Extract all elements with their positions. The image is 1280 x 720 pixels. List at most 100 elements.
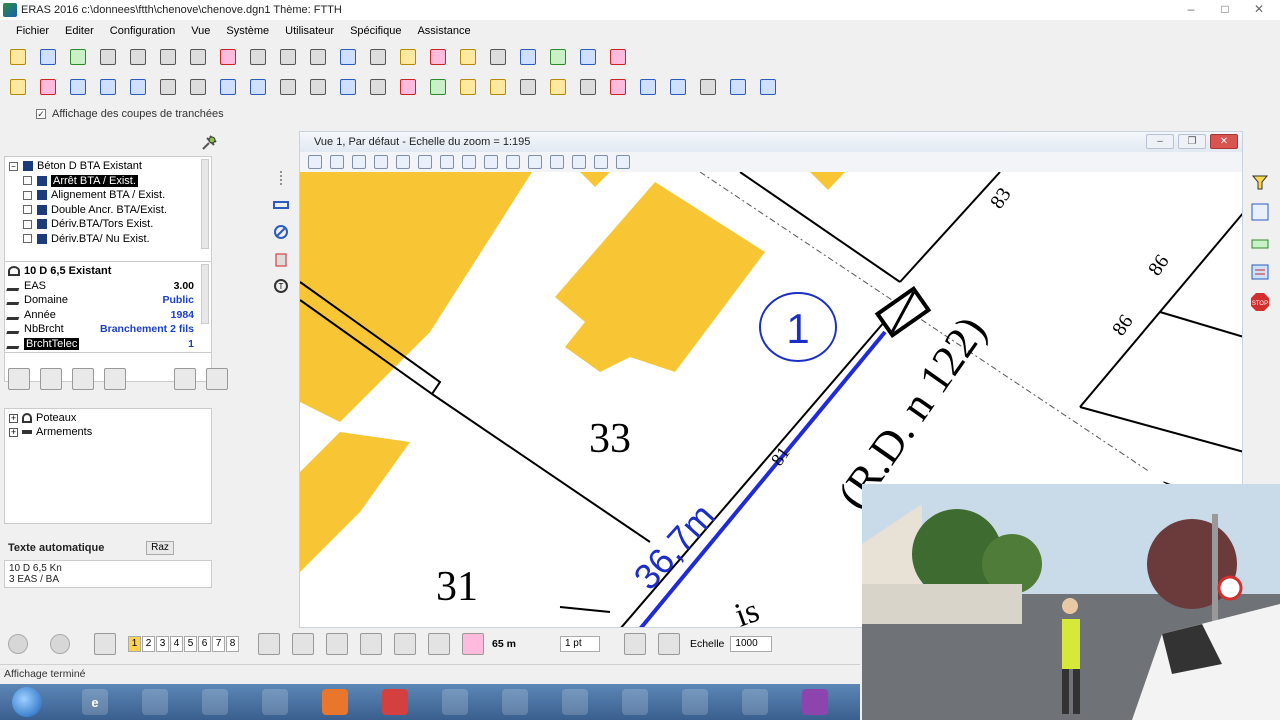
insert-button[interactable] <box>40 368 62 390</box>
line-weight-field[interactable]: 1 pt <box>559 636 600 652</box>
computer-icon[interactable] <box>262 689 288 715</box>
euro-icon[interactable] <box>636 75 660 99</box>
export-icon[interactable] <box>576 75 600 99</box>
remote-desktop-icon[interactable] <box>742 689 768 715</box>
cable-icon[interactable] <box>516 45 540 69</box>
draw-icon[interactable] <box>426 75 450 99</box>
fit-icon[interactable] <box>428 633 450 655</box>
select-area-icon[interactable] <box>336 45 360 69</box>
list-add-button[interactable] <box>8 368 30 390</box>
pencil-icon[interactable] <box>546 75 570 99</box>
raz-button[interactable]: Raz <box>146 541 174 555</box>
place-icon[interactable] <box>374 155 388 169</box>
fit-view-icon[interactable] <box>440 155 454 169</box>
camera-icon[interactable] <box>202 689 228 715</box>
pole-symbol[interactable] <box>874 285 932 339</box>
view-settings-icon[interactable] <box>616 155 630 169</box>
tower-icon[interactable] <box>486 45 510 69</box>
page-button[interactable]: 7 <box>212 636 225 652</box>
validate-check-icon[interactable] <box>606 45 630 69</box>
start-button[interactable] <box>12 687 42 717</box>
bucket-icon[interactable] <box>456 45 480 69</box>
copy-icon[interactable] <box>96 45 120 69</box>
tree-item[interactable]: Arrêt BTA / Exist. <box>9 174 207 189</box>
edit-view-icon[interactable] <box>258 633 280 655</box>
distance-tool-icon[interactable] <box>462 633 484 655</box>
delete-cross-icon[interactable] <box>36 75 60 99</box>
property-row[interactable]: BrchtTelec 1 <box>6 337 208 352</box>
menu-systeme[interactable]: Système <box>226 25 269 37</box>
media-icon[interactable] <box>802 689 828 715</box>
ungroup-icon[interactable] <box>96 75 120 99</box>
property-value[interactable]: 1984 <box>171 309 194 321</box>
tree-item-armements[interactable]: + Armements <box>9 425 207 439</box>
expand-icon[interactable]: + <box>9 427 18 437</box>
list-tool-icon[interactable] <box>1250 262 1270 282</box>
tree-checkbox[interactable] <box>23 190 32 200</box>
property-row[interactable]: NbBrcht Branchement 2 fils <box>6 322 208 337</box>
settings-icon[interactable] <box>352 155 366 169</box>
collapse-icon[interactable]: − <box>9 161 18 171</box>
map-minimize-button[interactable]: – <box>1146 134 1174 149</box>
fence-icon[interactable] <box>292 633 314 655</box>
crop-icon[interactable] <box>572 155 586 169</box>
zoom-in-icon[interactable] <box>396 155 410 169</box>
page-button[interactable]: 2 <box>142 636 155 652</box>
folder-icon[interactable] <box>142 689 168 715</box>
info-icon[interactable] <box>216 75 240 99</box>
close-button[interactable]: ✕ <box>1252 2 1266 16</box>
calendar-icon[interactable] <box>606 75 630 99</box>
report-icon[interactable] <box>756 75 780 99</box>
edit-tool-icon[interactable] <box>1250 202 1270 222</box>
measure-icon[interactable] <box>216 45 240 69</box>
tree-group[interactable]: − Béton D BTA Existant <box>9 159 207 174</box>
browser-icon[interactable]: e <box>82 689 108 715</box>
layers-tool-icon[interactable] <box>1250 232 1270 252</box>
property-row[interactable]: Domaine Public <box>6 293 208 308</box>
target-icon[interactable]: T <box>272 277 290 295</box>
database-icon[interactable] <box>36 45 60 69</box>
lock-icon[interactable] <box>246 45 270 69</box>
menu-fichier[interactable]: Fichier <box>16 25 49 37</box>
minimize-button[interactable]: – <box>1184 2 1198 16</box>
pen-icon[interactable] <box>657 633 680 655</box>
tree-item[interactable]: Alignement BTA / Exist. <box>9 188 207 203</box>
window-select-icon[interactable] <box>336 75 360 99</box>
menu-editer[interactable]: Editer <box>65 25 94 37</box>
film-icon[interactable] <box>396 45 420 69</box>
view-paste-icon[interactable] <box>550 155 564 169</box>
tree-checkbox[interactable] <box>23 205 32 215</box>
property-row[interactable]: Année 1984 <box>6 308 208 323</box>
page-button[interactable]: 8 <box>226 636 239 652</box>
zoom-out-icon[interactable] <box>418 155 432 169</box>
trench-display-option[interactable]: ✓ Affichage des coupes de tranchées <box>36 108 224 120</box>
remove-button[interactable] <box>104 368 126 390</box>
diagonal-icon[interactable] <box>396 75 420 99</box>
menu-vue[interactable]: Vue <box>191 25 210 37</box>
tree-item[interactable]: Double Ancr. BTA/Exist. <box>9 203 207 218</box>
stop-icon[interactable]: STOP <box>1250 292 1270 312</box>
window-zoom-icon[interactable] <box>462 155 476 169</box>
page-button[interactable]: 3 <box>156 636 169 652</box>
expand-icon[interactable]: + <box>9 413 18 423</box>
snipping-icon[interactable] <box>442 689 468 715</box>
tree-item[interactable]: Dériv.BTA/ Nu Exist. <box>9 232 207 247</box>
ruler-icon[interactable] <box>276 45 300 69</box>
network-icon[interactable] <box>456 75 480 99</box>
open-file-icon[interactable] <box>6 45 30 69</box>
pole-symbol-icon[interactable] <box>272 250 290 268</box>
network-map-icon[interactable] <box>562 689 588 715</box>
table-button[interactable] <box>174 368 196 390</box>
tree-item[interactable]: Dériv.BTA/Tors Exist. <box>9 217 207 232</box>
transfer-icon[interactable] <box>186 75 210 99</box>
map-close-button[interactable]: ✕ <box>1210 134 1238 149</box>
tools-icon[interactable] <box>502 689 528 715</box>
property-value[interactable]: Public <box>162 294 194 306</box>
connector-icon[interactable] <box>696 75 720 99</box>
edit-button[interactable] <box>206 368 228 390</box>
yellow-tool-icon[interactable] <box>1250 172 1270 192</box>
rectangle-icon[interactable] <box>272 196 290 214</box>
undo-icon[interactable] <box>156 45 180 69</box>
auto-text-box[interactable]: 10 D 6,5 Kn 3 EAS / BA <box>4 560 212 588</box>
tree-checkbox[interactable] <box>23 176 32 186</box>
